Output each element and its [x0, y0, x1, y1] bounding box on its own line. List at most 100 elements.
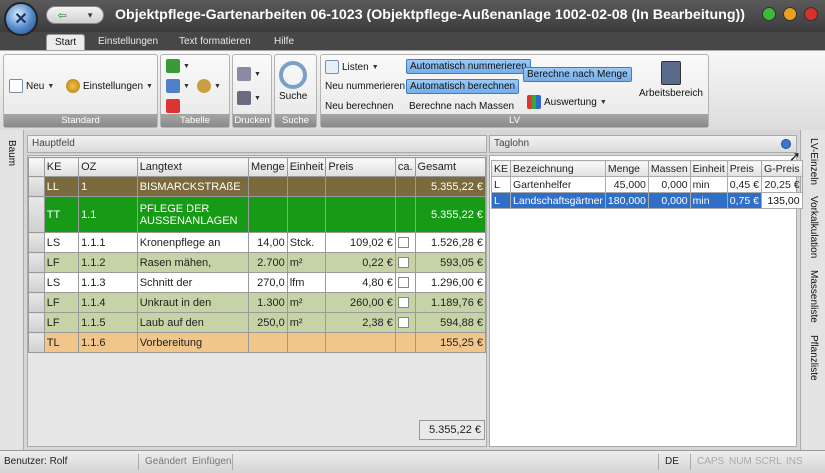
cell-ke[interactable]: TL	[43, 332, 80, 353]
cell-preis[interactable]: 4,80 €	[325, 272, 396, 293]
column-header[interactable]: Langtext	[136, 157, 250, 177]
column-header[interactable]: Preis	[726, 160, 762, 177]
table-row[interactable]: LF 1.1.4 Unkraut in den 1.300 m² 260,00 € 1.18…	[28, 292, 487, 313]
ca-checkbox[interactable]	[397, 277, 409, 289]
cell-oz[interactable]: 1.1.1	[78, 232, 138, 253]
cell-preis[interactable]: 260,00 €	[325, 292, 396, 313]
cell-ca[interactable]	[394, 232, 416, 253]
auto-nummerieren-toggle[interactable]: Automatisch nummerieren	[406, 59, 531, 74]
maximize-button[interactable]	[783, 7, 797, 21]
column-header[interactable]: OZ	[78, 157, 138, 177]
cell-preis[interactable]: 0,45 €	[726, 176, 762, 193]
column-header[interactable]: Massen	[647, 160, 691, 177]
cell-einheit[interactable]: m²	[286, 252, 327, 273]
cell-einheit[interactable]	[286, 176, 327, 197]
column-header[interactable]: KE	[43, 157, 80, 177]
cell-preis[interactable]: 2,38 €	[325, 312, 396, 333]
berechne-menge-toggle[interactable]: Berechne nach Menge	[523, 67, 632, 82]
cell-bezeichnung[interactable]: Gartenhelfer	[510, 176, 606, 193]
column-header[interactable]: Menge	[604, 160, 649, 177]
table-row[interactable]: LF 1.1.2 Rasen mähen, 2.700 m² 0,22 € 593,05 €	[28, 252, 487, 273]
cell-preis[interactable]: 109,02 €	[325, 232, 396, 253]
table-row[interactable]: LS 1.1.1 Kronenpflege an 14,00 Stck. 109,02 €…	[28, 232, 487, 253]
cell-langtext[interactable]: Vorbereitung	[136, 332, 250, 353]
cell-ca[interactable]	[394, 332, 416, 353]
cell-ke[interactable]: LS	[43, 232, 80, 253]
cell-menge[interactable]: 180,000	[604, 192, 649, 209]
cell-preis[interactable]: 0,75 €	[726, 192, 762, 209]
cell-menge[interactable]: 14,00	[248, 232, 288, 253]
cell-ca[interactable]	[394, 252, 416, 273]
print-button[interactable]: ▼	[237, 67, 261, 81]
row-selector[interactable]	[28, 176, 45, 197]
cell-einheit[interactable]: min	[689, 192, 728, 209]
cell-oz[interactable]: 1.1.3	[78, 272, 138, 293]
cell-preis[interactable]	[325, 332, 396, 353]
cell-oz[interactable]: 1.1.2	[78, 252, 138, 273]
baum-tab[interactable]: Baum	[6, 140, 17, 166]
minimize-button[interactable]	[762, 7, 776, 21]
tab-lv-einzeln[interactable]: LV-Einzeln	[808, 138, 819, 185]
column-header[interactable]: Einheit	[689, 160, 728, 177]
table-row[interactable]: TL 1.1.6 Vorbereitung 155,25 €	[28, 332, 487, 353]
column-header[interactable]: Einheit	[286, 157, 327, 177]
cell-langtext[interactable]: Laub auf den	[136, 312, 250, 333]
cell-ca[interactable]	[394, 312, 416, 333]
cell-gesamt[interactable]: 593,05 €	[414, 252, 487, 273]
cell-langtext[interactable]: Kronenpflege an	[136, 232, 250, 253]
column-header[interactable]: Bezeichnung	[510, 160, 606, 177]
cell-ke[interactable]: LF	[43, 252, 80, 273]
cell-ke[interactable]: LS	[43, 272, 80, 293]
cell-ke[interactable]: L	[490, 176, 512, 193]
cell-langtext[interactable]: Schnitt der	[136, 272, 250, 293]
column-header[interactable]: Menge	[248, 157, 288, 177]
neu-button[interactable]: Neu ▼	[9, 79, 54, 93]
einstellungen-button[interactable]: Einstellungen ▼	[66, 79, 153, 93]
berechne-massen-button[interactable]: Berechne nach Massen	[409, 101, 514, 112]
cell-oz[interactable]: 1.1.6	[78, 332, 138, 353]
tab-pflanzliste[interactable]: Pflanzliste	[808, 335, 819, 381]
tab-vorkalkulation[interactable]: Vorkalkulation	[808, 196, 819, 258]
table-row[interactable]: L Landschaftsgärtner 180,000 0,000 min 0,75 €…	[490, 192, 803, 209]
column-header[interactable]: KE	[490, 160, 512, 177]
cell-langtext[interactable]: Unkraut in den	[136, 292, 250, 313]
cell-g-preis[interactable]: 20,25 €	[760, 176, 803, 193]
suche-button[interactable]: Suche	[279, 61, 307, 102]
row-selector[interactable]	[28, 272, 45, 293]
cell-einheit[interactable]	[286, 196, 327, 233]
ca-checkbox[interactable]	[397, 297, 409, 309]
cell-preis[interactable]: 0,22 €	[325, 252, 396, 273]
cell-preis[interactable]	[325, 176, 396, 197]
app-menu-button[interactable]: ✕	[4, 2, 38, 36]
cell-ke[interactable]: LL	[43, 176, 80, 197]
tab-start[interactable]: Start	[46, 34, 86, 50]
row-selector[interactable]	[28, 332, 45, 353]
ca-checkbox[interactable]	[397, 317, 409, 329]
tab-einstellungen[interactable]: Einstellungen	[98, 34, 158, 50]
cell-gesamt[interactable]: 1.296,00 €	[414, 272, 487, 293]
cell-g-preis[interactable]: 135,00	[760, 192, 803, 209]
cell-oz[interactable]: 1.1.4	[78, 292, 138, 313]
tab-hilfe[interactable]: Hilfe	[274, 34, 294, 50]
cell-gesamt[interactable]: 5.355,22 €	[414, 176, 487, 197]
arbeitsbereich-button[interactable]: Arbeitsbereich	[639, 61, 703, 99]
back-arrow-icon[interactable]: ⇦	[58, 9, 67, 22]
cell-ca[interactable]	[394, 196, 416, 233]
cell-gesamt[interactable]: 155,25 €	[414, 332, 487, 353]
table-row[interactable]: L Gartenhelfer 45,000 0,000 min 0,45 €20,25 €	[490, 176, 803, 193]
cell-massen[interactable]: 0,000	[647, 192, 691, 209]
cell-ca[interactable]	[394, 272, 416, 293]
cell-gesamt[interactable]: 1.526,28 €	[414, 232, 487, 253]
cell-bezeichnung[interactable]: Landschaftsgärtner	[510, 192, 606, 209]
cell-ke[interactable]: L	[490, 192, 512, 209]
cell-menge[interactable]	[248, 196, 288, 233]
column-header[interactable]: ca.	[394, 157, 416, 177]
cell-oz[interactable]: 1.1.5	[78, 312, 138, 333]
tab-massenliste[interactable]: Massenliste	[808, 270, 819, 323]
cell-gesamt[interactable]: 5.355,22 €	[414, 196, 487, 233]
table-row[interactable]: LF 1.1.5 Laub auf den 250,0 m² 2,38 € 594,88 €	[28, 312, 487, 333]
column-header[interactable]: Preis	[325, 157, 396, 177]
cell-preis[interactable]	[325, 196, 396, 233]
cell-langtext[interactable]: Rasen mähen,	[136, 252, 250, 273]
neu-nummerieren-button[interactable]: Neu nummerieren	[325, 81, 405, 92]
